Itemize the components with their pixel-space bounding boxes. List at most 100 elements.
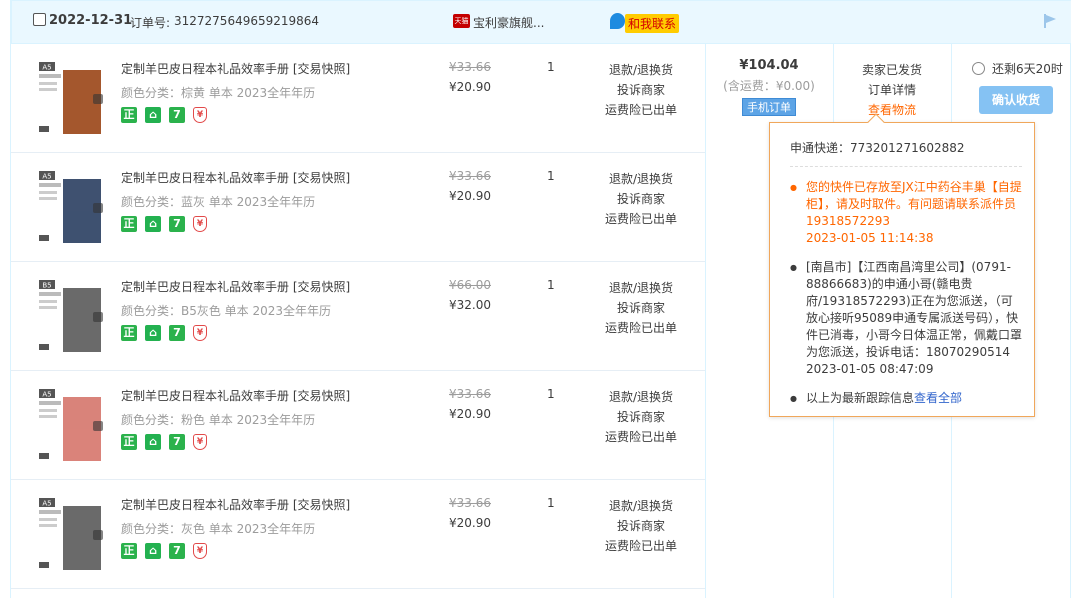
order-total: ¥104.04 xyxy=(739,58,799,73)
order-item-row: A5 定制羊巴皮日程本礼品效率手册 [交易快照] 颜色分类：棕黄 单本 2023全年… xyxy=(11,44,705,153)
price-protect-icon[interactable]: ¥ xyxy=(193,543,207,559)
product-spec: 颜色分类：粉色 单本 2023全年年历 xyxy=(121,413,316,427)
price-protect-icon[interactable]: ¥ xyxy=(193,107,207,123)
product-thumbnail[interactable]: A5 xyxy=(35,387,103,465)
original-price: ¥33.66 xyxy=(449,387,491,401)
tmall-icon: 天猫 xyxy=(453,14,470,28)
android-badge-icon[interactable]: ⌂ xyxy=(145,543,161,559)
insurance-link[interactable]: 运费险已出单 xyxy=(603,427,679,447)
product-thumbnail[interactable]: A5 xyxy=(35,60,103,138)
android-badge-icon[interactable]: ⌂ xyxy=(145,107,161,123)
seven-day-return-icon[interactable]: 7 xyxy=(169,325,185,341)
status-column: 卖家已发货 订单详情 查看物流 xyxy=(833,60,951,120)
actual-price: ¥20.90 xyxy=(449,516,491,530)
tracking-event-time: 2023-01-05 08:47:09 xyxy=(806,362,934,376)
shipped-status: 卖家已发货 xyxy=(861,63,922,77)
original-price: ¥33.66 xyxy=(449,60,491,74)
order-item-row: A5 定制羊巴皮日程本礼品效率手册 [交易快照] 颜色分类：蓝灰 单本 2023全年… xyxy=(11,153,705,262)
complain-link[interactable]: 投诉商家 xyxy=(603,80,679,100)
complain-link[interactable]: 投诉商家 xyxy=(603,407,679,427)
after-sale-links: 退款/退换货 投诉商家 运费险已出单 xyxy=(603,60,679,120)
genuine-badge-icon[interactable]: 正 xyxy=(121,325,137,341)
product-title-link[interactable]: 定制羊巴皮日程本礼品效率手册 [交易快照] xyxy=(121,387,350,404)
quantity: 1 xyxy=(547,169,555,183)
original-price: ¥33.66 xyxy=(449,169,491,183)
seven-day-return-icon[interactable]: 7 xyxy=(169,107,185,123)
tracking-footer: 以上为最新跟踪信息查看全部 xyxy=(790,390,1022,407)
genuine-badge-icon[interactable]: 正 xyxy=(121,434,137,450)
order-number: 3127275649659219864 xyxy=(174,14,320,28)
order-card: 2022-12-31 订单号: 3127275649659219864 天猫 宝… xyxy=(10,0,1071,598)
price-protect-icon[interactable]: ¥ xyxy=(193,325,207,341)
insurance-link[interactable]: 运费险已出单 xyxy=(603,318,679,338)
product-title-link[interactable]: 定制羊巴皮日程本礼品效率手册 [交易快照] xyxy=(121,169,350,186)
cover-size-label: B5 xyxy=(42,282,51,290)
tracking-list: 您的快件已存放至JX江中药谷丰巢【自提柜】，请及时取件。有问题请联系派件员193… xyxy=(790,179,1022,407)
product-title-link[interactable]: 定制羊巴皮日程本礼品效率手册 [交易快照] xyxy=(121,278,350,295)
view-all-link[interactable]: 查看全部 xyxy=(914,391,962,405)
seven-day-return-icon[interactable]: 7 xyxy=(169,434,185,450)
contact-seller-button[interactable]: 和我联系 xyxy=(625,14,680,33)
shop-name-link[interactable]: 宝利豪旗舰... xyxy=(473,14,544,31)
refund-link[interactable]: 退款/退换货 xyxy=(603,60,679,80)
android-badge-icon[interactable]: ⌂ xyxy=(145,216,161,232)
view-logistics-link[interactable]: 查看物流 xyxy=(833,100,951,120)
product-thumbnail[interactable]: A5 xyxy=(35,169,103,247)
mobile-order-badge: 手机订单 xyxy=(742,98,796,116)
cover-size-label: A5 xyxy=(42,391,51,399)
insurance-link[interactable]: 运费险已出单 xyxy=(603,209,679,229)
product-spec: 颜色分类：B5灰色 单本 2023全年年历 xyxy=(121,304,332,318)
order-header: 2022-12-31 订单号: 3127275649659219864 天猫 宝… xyxy=(11,0,1071,44)
tracking-event: [南昌市]【江西南昌湾里公司】(0791-88866683)的申通小哥(赣电贵府… xyxy=(790,259,1022,378)
tracking-event-time: 2023-01-05 11:14:38 xyxy=(806,231,934,245)
cover-size-label: A5 xyxy=(42,500,51,508)
complain-link[interactable]: 投诉商家 xyxy=(603,298,679,318)
tracking-footer-text: 以上为最新跟踪信息 xyxy=(806,391,915,405)
order-item-row: A5 定制羊巴皮日程本礼品效率手册 [交易快照] 颜色分类：灰色 单本 2023全年… xyxy=(11,480,705,589)
product-title-link[interactable]: 定制羊巴皮日程本礼品效率手册 [交易快照] xyxy=(121,60,350,77)
android-badge-icon[interactable]: ⌂ xyxy=(145,325,161,341)
flag-icon[interactable] xyxy=(1042,13,1058,29)
remaining-time-text: 还剩6天20时 xyxy=(992,62,1063,76)
price-protect-icon[interactable]: ¥ xyxy=(193,434,207,450)
shipping-fee: (含运费：¥0.00) xyxy=(723,79,815,93)
after-sale-links: 退款/退换货 投诉商家 运费险已出单 xyxy=(603,278,679,338)
after-sale-links: 退款/退换货 投诉商家 运费险已出单 xyxy=(603,387,679,447)
order-date: 2022-12-31 xyxy=(49,13,133,28)
quantity: 1 xyxy=(547,387,555,401)
order-checkbox[interactable] xyxy=(33,13,46,26)
quantity: 1 xyxy=(547,496,555,510)
order-number-label: 订单号: xyxy=(130,16,171,30)
original-price: ¥33.66 xyxy=(449,496,491,510)
product-thumbnail[interactable]: B5 xyxy=(35,278,103,356)
price-protect-icon[interactable]: ¥ xyxy=(193,216,207,232)
tracking-event: 您的快件已存放至JX江中药谷丰巢【自提柜】，请及时取件。有问题请联系派件员193… xyxy=(790,179,1022,247)
clock-icon xyxy=(972,62,985,75)
wangwang-icon[interactable] xyxy=(610,13,625,29)
genuine-badge-icon[interactable]: 正 xyxy=(121,107,137,123)
order-detail-link[interactable]: 订单详情 xyxy=(833,80,951,100)
after-sale-links: 退款/退换货 投诉商家 运费险已出单 xyxy=(603,169,679,229)
insurance-link[interactable]: 运费险已出单 xyxy=(603,536,679,556)
android-badge-icon[interactable]: ⌂ xyxy=(145,434,161,450)
seven-day-return-icon[interactable]: 7 xyxy=(169,543,185,559)
order-item-row: B5 定制羊巴皮日程本礼品效率手册 [交易快照] 颜色分类：B5灰色 单本 2023… xyxy=(11,262,705,371)
refund-link[interactable]: 退款/退换货 xyxy=(603,387,679,407)
complain-link[interactable]: 投诉商家 xyxy=(603,189,679,209)
column-divider xyxy=(705,44,706,598)
tracking-event-text: [南昌市]【江西南昌湾里公司】(0791-88866683)的申通小哥(赣电贵府… xyxy=(806,260,1023,359)
actual-price: ¥20.90 xyxy=(449,189,491,203)
seven-day-return-icon[interactable]: 7 xyxy=(169,216,185,232)
product-thumbnail[interactable]: A5 xyxy=(35,496,103,574)
insurance-link[interactable]: 运费险已出单 xyxy=(603,100,679,120)
refund-link[interactable]: 退款/退换货 xyxy=(603,169,679,189)
actual-price: ¥20.90 xyxy=(449,407,491,421)
confirm-receipt-button[interactable]: 确认收货 xyxy=(979,86,1053,114)
refund-link[interactable]: 退款/退换货 xyxy=(603,496,679,516)
refund-link[interactable]: 退款/退换货 xyxy=(603,278,679,298)
genuine-badge-icon[interactable]: 正 xyxy=(121,216,137,232)
cover-size-label: A5 xyxy=(42,64,51,72)
product-title-link[interactable]: 定制羊巴皮日程本礼品效率手册 [交易快照] xyxy=(121,496,350,513)
complain-link[interactable]: 投诉商家 xyxy=(603,516,679,536)
genuine-badge-icon[interactable]: 正 xyxy=(121,543,137,559)
